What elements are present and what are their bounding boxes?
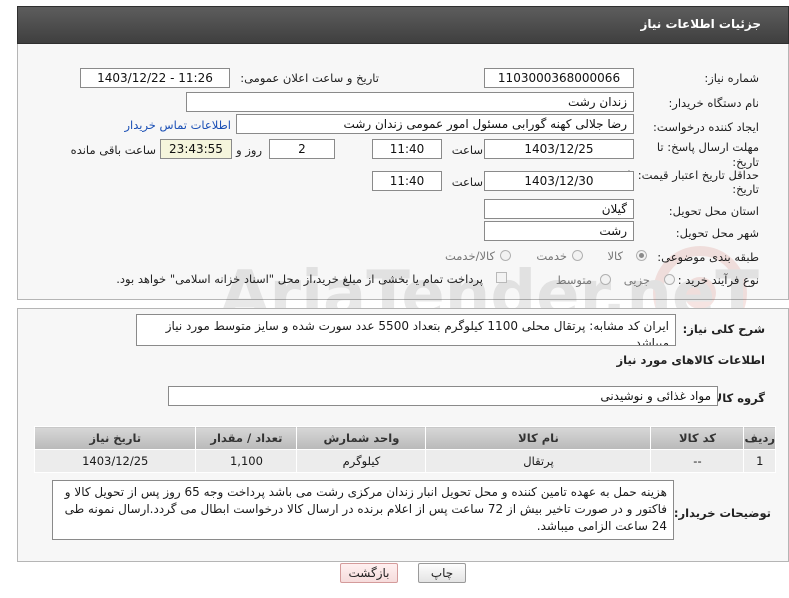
category-radio-goods[interactable] xyxy=(636,250,647,261)
city-field[interactable]: رشت xyxy=(484,221,634,241)
category-option-goods-service: کالا/خدمت xyxy=(444,249,495,263)
print-button[interactable]: چاپ xyxy=(418,563,466,583)
category-label: طبقه بندی موضوعی: xyxy=(657,250,759,264)
process-radio-medium[interactable] xyxy=(600,274,611,285)
category-radio-goods-service[interactable] xyxy=(500,250,511,261)
deadline-label: مهلت ارسال پاسخ: تا xyxy=(656,140,759,154)
announce-datetime-field[interactable]: 1403/12/22 - 11:26 xyxy=(80,68,230,88)
buyer-contact-link[interactable]: اطلاعات تماس خریدار xyxy=(124,118,231,132)
process-option-minor: جزیی xyxy=(623,273,650,287)
goods-table-header: ردیف کد کالا نام کالا واحد شمارش تعداد /… xyxy=(33,426,776,450)
page-title: جزئیات اطلاعات نیاز xyxy=(640,17,761,31)
province-label: استان محل تحویل: xyxy=(668,204,759,218)
city-label: شهر محل تحویل: xyxy=(675,226,759,240)
col-unit: واحد شمارش xyxy=(296,426,427,450)
deadline-label-date: تاریخ: xyxy=(732,155,759,169)
back-button[interactable]: بازگشت xyxy=(340,563,398,583)
remaining-time-field[interactable]: 23:43:55 xyxy=(160,139,232,159)
requester-label: ایجاد کننده درخواست: xyxy=(653,120,759,134)
deadline-time-label: ساعت xyxy=(451,143,483,157)
col-qty: تعداد / مقدار xyxy=(195,426,298,450)
buyer-org-field[interactable]: زندان رشت xyxy=(186,92,634,112)
days-remaining-field[interactable]: 2 xyxy=(269,139,335,159)
table-row[interactable]: 1 -- پرتقال کیلوگرم 1,100 1403/12/25 xyxy=(33,449,776,473)
goods-section-title: اطلاعات کالاهای مورد نیاز xyxy=(616,353,765,367)
cell-qty: 1,100 xyxy=(195,449,298,473)
cell-name: پرتقال xyxy=(425,449,652,473)
category-option-goods: کالا xyxy=(607,249,623,263)
col-code: کد کالا xyxy=(650,426,745,450)
cell-row: 1 xyxy=(743,449,776,473)
buyer-notes-textarea[interactable]: هزینه حمل به عهده تامین کننده و محل تحوی… xyxy=(52,480,674,540)
treasury-payment-note: پرداخت تمام یا بخشی از مبلغ خرید،از محل … xyxy=(116,272,483,286)
validity-label: حداقل تاریخ اعتبار قیمت: تا xyxy=(627,168,759,182)
col-name: نام کالا xyxy=(425,426,652,450)
category-option-service: خدمت xyxy=(536,249,567,263)
requester-field[interactable]: رضا جلالی کهنه گورابی مسئول امور عمومی ز… xyxy=(236,114,634,134)
buyer-notes-label: توضیحات خریدار: xyxy=(673,506,771,520)
goods-group-field[interactable]: مواد غذائی و نوشیدنی xyxy=(168,386,718,406)
process-option-medium: متوسط xyxy=(555,273,592,287)
need-number-label: شماره نیاز: xyxy=(704,71,759,85)
announce-label: تاریخ و ساعت اعلان عمومی: xyxy=(240,71,379,85)
description-textarea[interactable]: ایران کد مشابه: پرتقال محلی 1100 کیلوگرم… xyxy=(136,314,676,346)
deadline-date-field[interactable]: 1403/12/25 xyxy=(484,139,634,159)
remaining-time-label: ساعت باقی مانده xyxy=(70,143,156,157)
validity-time-label: ساعت xyxy=(451,175,483,189)
description-label: شرح کلی نیاز: xyxy=(682,322,765,336)
validity-label-date: تاریخ: xyxy=(732,182,759,196)
days-label: روز و xyxy=(236,143,262,157)
col-row: ردیف xyxy=(743,426,776,450)
cell-unit: کیلوگرم xyxy=(296,449,427,473)
validity-time-field[interactable]: 11:40 xyxy=(372,171,442,191)
col-date: تاریخ نیاز xyxy=(33,426,197,450)
process-label: نوع فرآیند خرید : xyxy=(677,273,759,287)
goods-table: ردیف کد کالا نام کالا واحد شمارش تعداد /… xyxy=(33,426,776,473)
buyer-org-label: نام دستگاه خریدار: xyxy=(668,96,759,110)
cell-code: -- xyxy=(650,449,745,473)
province-field[interactable]: گیلان xyxy=(484,199,634,219)
cell-date: 1403/12/25 xyxy=(33,449,197,473)
validity-date-field[interactable]: 1403/12/30 xyxy=(484,171,634,191)
category-radio-service[interactable] xyxy=(572,250,583,261)
process-radio-minor[interactable] xyxy=(664,274,675,285)
need-number-field[interactable]: 1103000368000066 xyxy=(484,68,634,88)
treasury-payment-checkbox[interactable] xyxy=(496,272,507,283)
deadline-time-field[interactable]: 11:40 xyxy=(372,139,442,159)
